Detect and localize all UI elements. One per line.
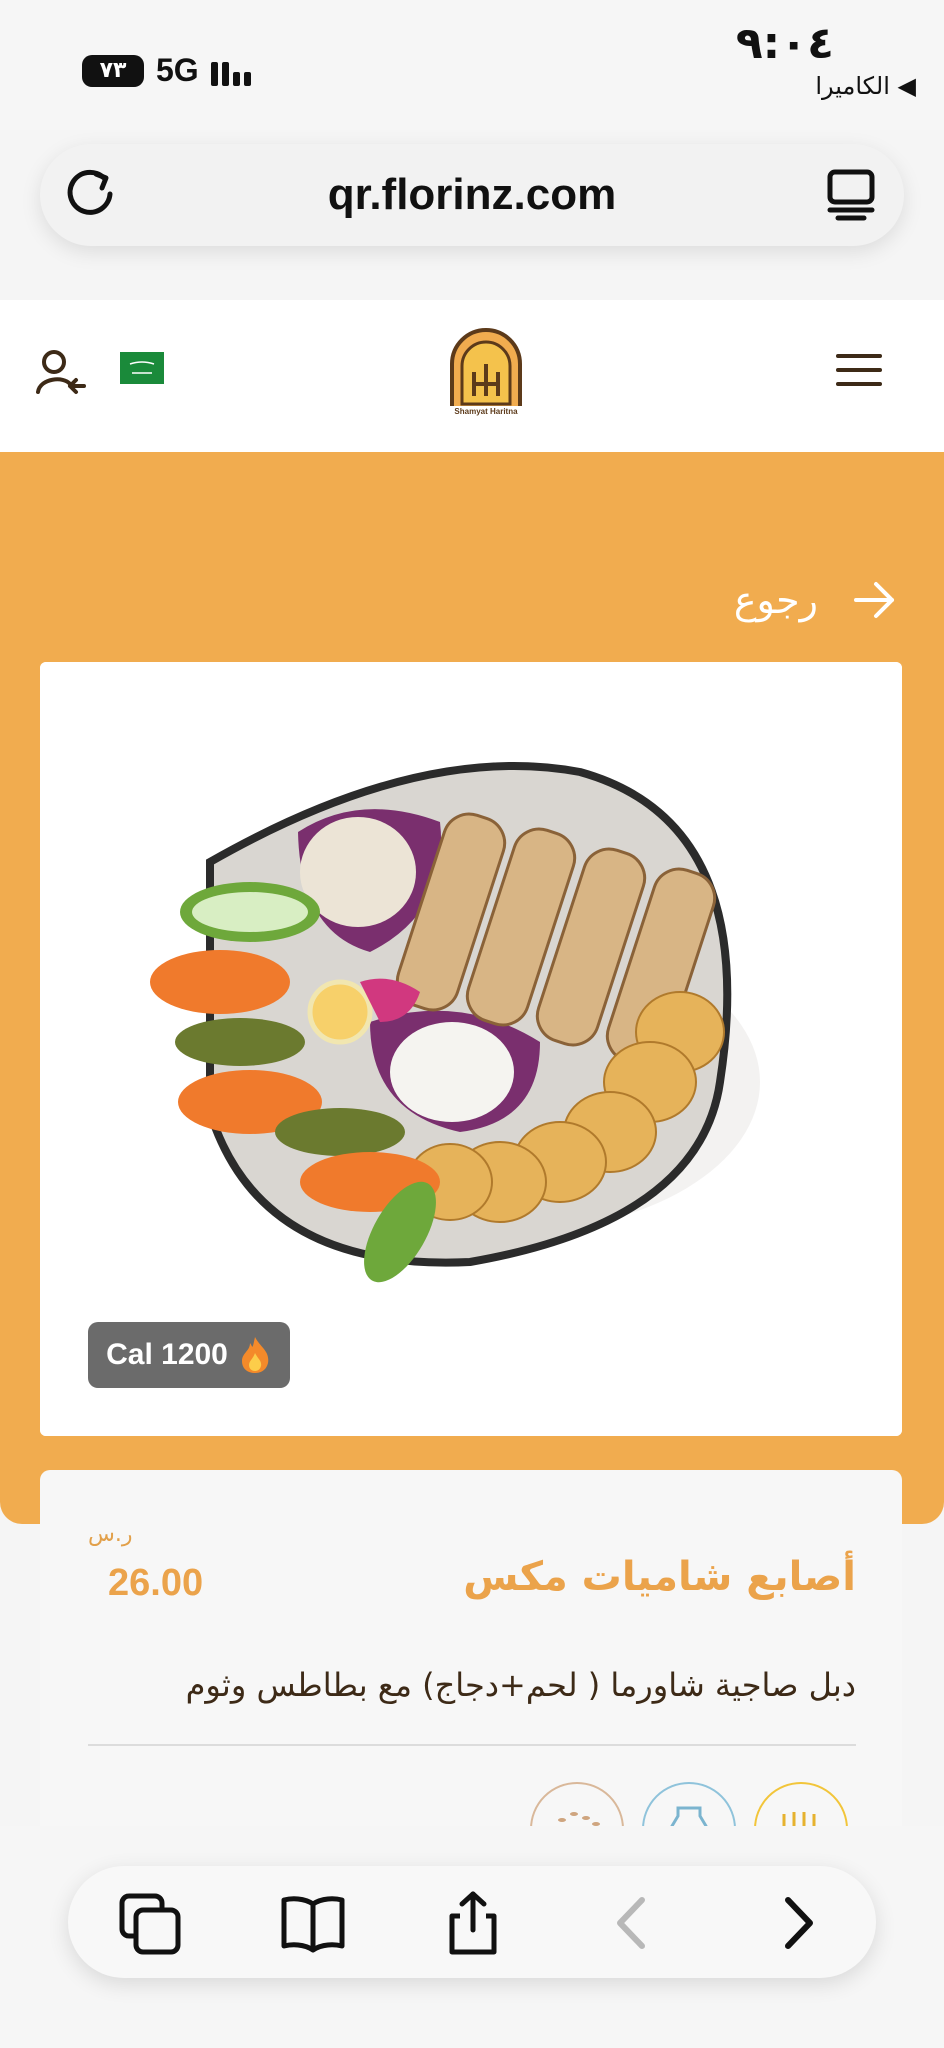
book-icon[interactable] bbox=[278, 1890, 348, 1956]
back-label: رجوع bbox=[733, 578, 818, 622]
product-title: أصابع شاميات مكس bbox=[463, 1554, 856, 1600]
calories-label: Cal 1200 bbox=[106, 1338, 228, 1371]
address-bar[interactable]: qr.florinz.com bbox=[40, 144, 904, 246]
back-to-app-link[interactable]: ◀ الكاميرا bbox=[815, 72, 916, 100]
arrow-right-icon bbox=[854, 582, 894, 618]
battery-indicator: ٧٣ bbox=[82, 54, 144, 87]
hamburger-menu-icon[interactable] bbox=[834, 350, 884, 390]
saudi-flag-icon[interactable] bbox=[120, 352, 164, 384]
chevron-right-icon[interactable] bbox=[762, 1890, 832, 1956]
user-logout-icon[interactable] bbox=[34, 348, 88, 398]
tabs-icon[interactable] bbox=[820, 162, 884, 226]
url-text[interactable]: qr.florinz.com bbox=[328, 170, 616, 220]
product-info-card: ر.س 26.00 أصابع شاميات مكس دبل صاجية شاو… bbox=[40, 1470, 902, 1876]
reload-icon[interactable] bbox=[60, 162, 124, 226]
site-header: Shamyat Haritna bbox=[0, 300, 944, 452]
battery-level: ٧٣ bbox=[82, 54, 144, 87]
divider bbox=[88, 1744, 856, 1746]
product-price: 26.00 bbox=[108, 1562, 204, 1604]
food-plate-image bbox=[40, 662, 902, 1436]
copy-tabs-icon[interactable] bbox=[116, 1890, 186, 1956]
restaurant-logo[interactable]: Shamyat Haritna bbox=[446, 324, 526, 416]
network-type: 5G bbox=[156, 52, 199, 88]
status-indicators: ٧٣ 5G bbox=[82, 52, 251, 89]
fire-icon bbox=[241, 1337, 269, 1373]
status-time: ٩:٠٤ bbox=[735, 18, 834, 69]
product-description: دبل صاجية شاورما ( لحم+دجاج) مع بطاطس وث… bbox=[185, 1666, 856, 1704]
toolbar-pill bbox=[68, 1866, 876, 1978]
share-icon[interactable] bbox=[438, 1890, 508, 1956]
back-button[interactable]: رجوع bbox=[734, 578, 898, 622]
logo-text: Shamyat Haritna bbox=[454, 407, 518, 416]
chevron-left-icon[interactable] bbox=[598, 1890, 668, 1956]
status-bar: ٧٣ 5G ٩:٠٤ ◀ الكاميرا bbox=[0, 0, 944, 130]
currency-label: ر.س bbox=[88, 1522, 133, 1547]
product-photo: Cal 1200 bbox=[40, 662, 902, 1436]
signal-icon bbox=[210, 56, 251, 86]
browser-toolbar bbox=[0, 1826, 944, 2048]
calories-badge: Cal 1200 bbox=[88, 1322, 290, 1388]
